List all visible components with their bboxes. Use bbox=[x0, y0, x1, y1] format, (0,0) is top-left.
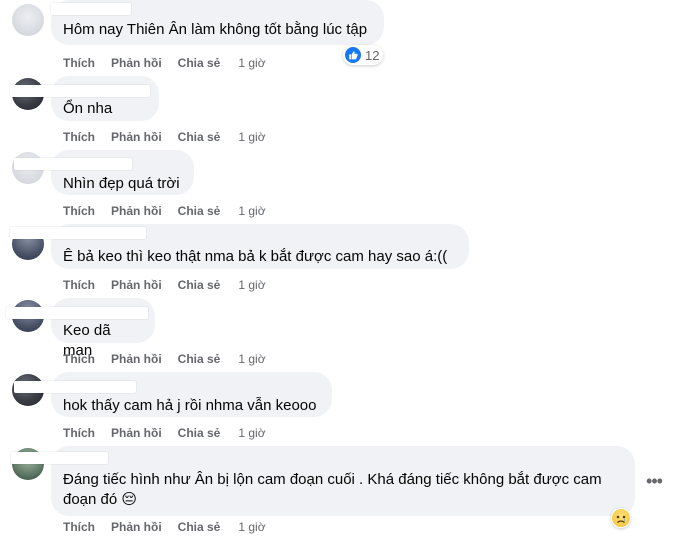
comment-bubble: Keo dã man bbox=[6, 298, 155, 359]
like-button[interactable]: Thích bbox=[63, 129, 95, 145]
reaction-summary[interactable]: 12 bbox=[343, 45, 384, 65]
comment-bubble: Nhìn đẹp quá trời bbox=[14, 150, 194, 195]
comment-text: Đáng tiếc hình như Ân bị lộn cam đoạn cu… bbox=[63, 471, 602, 508]
more-options-icon[interactable]: ••• bbox=[644, 471, 664, 491]
share-button[interactable]: Chia sẻ bbox=[178, 129, 221, 145]
comment-bubble: Ổn nha bbox=[10, 76, 159, 121]
reply-button[interactable]: Phản hồi bbox=[111, 129, 162, 145]
comment-actions: Thích Phản hồi Chia sẻ 1 giờ bbox=[63, 519, 266, 535]
reply-button[interactable]: Phản hồi bbox=[111, 55, 162, 71]
share-button[interactable]: Chia sẻ bbox=[178, 55, 221, 71]
comment-text: hok thấy cam hả j rồi nhma vẫn keooo bbox=[63, 397, 317, 414]
comment-timestamp[interactable]: 1 giờ bbox=[238, 129, 265, 145]
author-name-redaction bbox=[10, 85, 150, 97]
comment-actions: Thích Phản hồi Chia sẻ 1 giờ bbox=[63, 277, 266, 293]
share-button[interactable]: Chia sẻ bbox=[178, 351, 221, 367]
reply-button[interactable]: Phản hồi bbox=[111, 351, 162, 367]
author-name-redaction bbox=[10, 227, 146, 239]
comment-bubble: hok thấy cam hả j rồi nhma vẫn keooo bbox=[14, 372, 332, 417]
author-name-redaction bbox=[14, 158, 132, 170]
like-button[interactable]: Thích bbox=[63, 203, 95, 219]
reaction-count: 12 bbox=[365, 47, 380, 63]
comment-timestamp[interactable]: 1 giờ bbox=[238, 203, 265, 219]
share-button[interactable]: Chia sẻ bbox=[178, 203, 221, 219]
like-button[interactable]: Thích bbox=[63, 277, 95, 293]
comment-text: Ổn nha bbox=[63, 100, 113, 117]
share-button[interactable]: Chia sẻ bbox=[178, 425, 221, 441]
comment-timestamp[interactable]: 1 giờ bbox=[238, 519, 265, 535]
like-button[interactable]: Thích bbox=[63, 351, 95, 367]
comment-actions: Thích Phản hồi Chia sẻ 1 giờ bbox=[63, 203, 266, 219]
avatar[interactable] bbox=[12, 4, 44, 36]
like-button[interactable]: Thích bbox=[63, 519, 95, 535]
sad-reaction-icon bbox=[612, 509, 630, 527]
author-name-redaction bbox=[11, 452, 108, 464]
comment-actions: Thích Phản hồi Chia sẻ 1 giờ bbox=[63, 129, 266, 145]
comment-timestamp[interactable]: 1 giờ bbox=[238, 425, 265, 441]
reply-button[interactable]: Phản hồi bbox=[111, 425, 162, 441]
comment-actions: Thích Phản hồi Chia sẻ 1 giờ bbox=[63, 55, 266, 71]
comment-bubble: Hôm nay Thiên Ân làm không tốt bằng lúc … bbox=[51, 0, 384, 45]
comment-timestamp[interactable]: 1 giờ bbox=[238, 277, 265, 293]
author-name-redaction bbox=[6, 307, 148, 319]
author-name-redaction bbox=[51, 3, 131, 15]
comment-timestamp[interactable]: 1 giờ bbox=[238, 55, 265, 71]
share-button[interactable]: Chia sẻ bbox=[178, 519, 221, 535]
like-thumb-icon bbox=[345, 47, 361, 63]
reply-button[interactable]: Phản hồi bbox=[111, 277, 162, 293]
comment-bubble: Đáng tiếc hình như Ân bị lộn cam đoạn cu… bbox=[11, 446, 635, 516]
comment-thread: Hôm nay Thiên Ân làm không tốt bằng lúc … bbox=[0, 0, 675, 539]
author-name-redaction bbox=[14, 381, 136, 393]
share-button[interactable]: Chia sẻ bbox=[178, 277, 221, 293]
comment-actions: Thích Phản hồi Chia sẻ 1 giờ bbox=[63, 425, 266, 441]
like-button[interactable]: Thích bbox=[63, 55, 95, 71]
comment-timestamp[interactable]: 1 giờ bbox=[238, 351, 265, 367]
reply-button[interactable]: Phản hồi bbox=[111, 519, 162, 535]
reaction-summary[interactable] bbox=[611, 508, 631, 528]
comment-actions: Thích Phản hồi Chia sẻ 1 giờ bbox=[63, 351, 266, 367]
reply-button[interactable]: Phản hồi bbox=[111, 203, 162, 219]
like-button[interactable]: Thích bbox=[63, 425, 95, 441]
comment-text: Nhìn đẹp quá trời bbox=[63, 175, 180, 192]
comment-bubble: Ê bả keo thì keo thật nma bả k bắt được … bbox=[10, 224, 469, 269]
